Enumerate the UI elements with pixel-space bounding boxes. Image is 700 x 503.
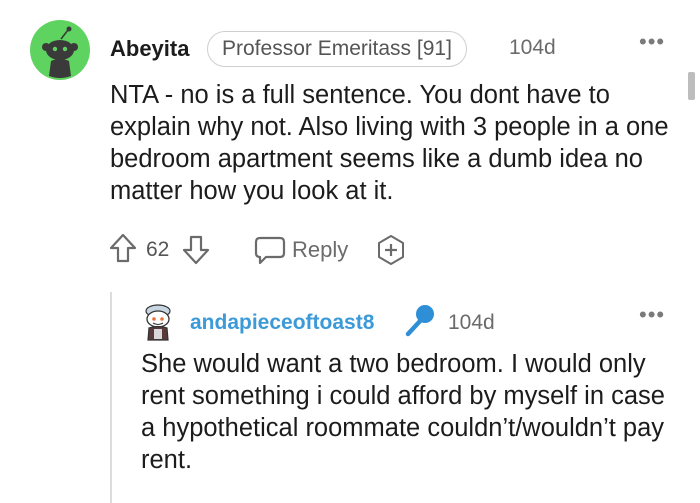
comment-age: 104d (509, 36, 556, 59)
microphone-badge (401, 302, 437, 340)
award-button[interactable] (375, 234, 407, 266)
user-flair: Professor Emeritass [91] (207, 31, 467, 67)
add-award-icon (378, 235, 404, 265)
reply-more-options-button[interactable]: ••• (639, 302, 665, 328)
speech-bubble-icon (254, 236, 286, 265)
upvote-arrow-icon (109, 233, 137, 263)
thread-line[interactable] (110, 292, 112, 503)
comment-body: NTA - no is a full sentence. You dont ha… (110, 79, 680, 207)
microphone-icon (405, 305, 434, 337)
reply-body: She would want a two bedroom. I would on… (141, 348, 681, 476)
reply-author[interactable]: andapieceoftoast8 (190, 311, 374, 335)
reply-age: 104d (448, 311, 495, 334)
downvote-button[interactable] (181, 234, 211, 266)
downvote-arrow-icon (182, 235, 210, 265)
more-options-button[interactable]: ••• (639, 29, 665, 55)
snoo-avatar-icon (145, 304, 171, 341)
upvote-button[interactable] (108, 232, 138, 264)
scrollbar[interactable] (688, 72, 695, 100)
comment-text: NTA - no is a full sentence. You dont ha… (110, 81, 669, 205)
avatar[interactable] (30, 20, 90, 80)
snoo-avatar-icon (30, 20, 90, 80)
reply-button[interactable]: Reply (254, 234, 348, 266)
comment-author[interactable]: Abeyita (110, 36, 189, 62)
reply-text: She would want a two bedroom. I would on… (141, 350, 665, 474)
reply-label: Reply (292, 237, 349, 262)
reply-avatar[interactable] (139, 302, 177, 342)
vote-score: 62 (146, 238, 170, 261)
